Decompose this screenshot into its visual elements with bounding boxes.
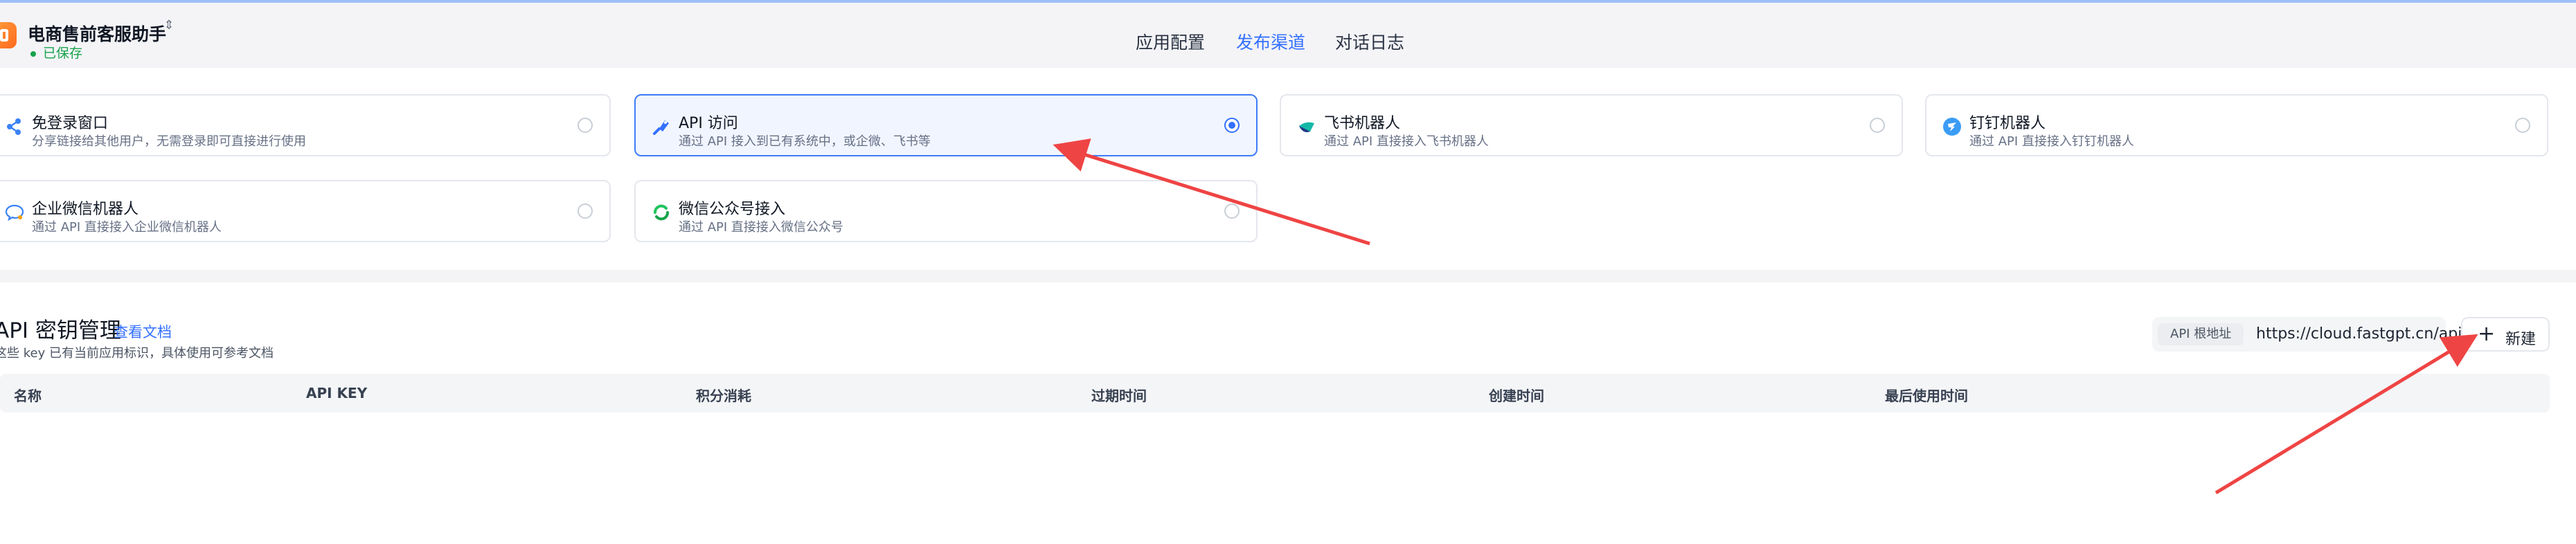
channel-desc: 通过 API 直接接入企业微信机器人 xyxy=(32,220,222,235)
api-icon xyxy=(653,120,669,135)
app-logo-icon xyxy=(0,22,17,48)
wechat-official-icon xyxy=(654,204,669,221)
channel-name: 企业微信机器人 xyxy=(32,201,139,218)
channel-card-wechat-official[interactable]: 微信公众号接入 通过 API 直接接入微信公众号 xyxy=(634,180,1258,242)
channel-card-dingtalk[interactable]: 钉钉机器人 通过 API 直接接入钉钉机器人 xyxy=(1925,94,2548,156)
api-key-table-header: 名称 API KEY 积分消耗 过期时间 创建时间 最后使用时间 xyxy=(0,374,2550,412)
column-name: 名称 xyxy=(14,388,42,404)
channel-desc: 通过 API 直接接入钉钉机器人 xyxy=(1969,134,2134,149)
channel-radio[interactable] xyxy=(2515,118,2530,133)
channel-name: 飞书机器人 xyxy=(1324,115,1401,132)
status-dot-icon xyxy=(30,51,36,57)
column-api-key: API KEY xyxy=(306,385,368,401)
column-expire-time: 过期时间 xyxy=(1091,388,1147,404)
app-title[interactable]: 电商售前客服助手 xyxy=(28,21,166,46)
section-divider xyxy=(0,270,2576,282)
api-key-section-desc: 这些 key 已有当前应用标识，具体使用可参考文档 xyxy=(0,346,274,361)
app-header: 电商售前客服助手 ⇕ 已保存 应用配置 发布渠道 对话日志 xyxy=(0,3,2576,68)
channel-radio-selected[interactable] xyxy=(1224,118,1240,133)
channel-desc: 通过 API 接入到已有系统中，或企微、飞书等 xyxy=(679,134,931,149)
annotation-arrow-new xyxy=(2215,334,2478,495)
channel-radio[interactable] xyxy=(1224,203,1240,219)
api-key-section-title: API 密钥管理 xyxy=(0,318,121,343)
dingtalk-icon xyxy=(1943,118,1961,136)
saved-status: 已保存 xyxy=(30,43,82,62)
feishu-icon xyxy=(1299,122,1314,132)
tab-publish-channel[interactable]: 发布渠道 xyxy=(1236,29,1305,54)
view-docs-link[interactable]: 查看文档 xyxy=(114,321,172,342)
chevron-updown-icon[interactable]: ⇕ xyxy=(163,19,175,32)
channel-name: API 访问 xyxy=(679,115,738,132)
channel-card-share-link[interactable]: 免登录窗口 分享链接给其他用户，无需登录即可直接进行使用 xyxy=(0,94,611,156)
api-base-url-value[interactable]: https://cloud.fastgpt.cn/api xyxy=(2256,325,2462,343)
column-create-time: 创建时间 xyxy=(1489,388,1544,404)
channel-radio[interactable] xyxy=(1870,118,1885,133)
share-icon xyxy=(7,118,21,135)
saved-status-text: 已保存 xyxy=(43,46,83,61)
channel-card-api[interactable]: API 访问 通过 API 接入到已有系统中，或企微、飞书等 xyxy=(634,94,1258,156)
channel-desc: 分享链接给其他用户，无需登录即可直接进行使用 xyxy=(32,134,306,149)
channel-radio[interactable] xyxy=(578,118,593,133)
column-points-used: 积分消耗 xyxy=(696,388,751,404)
wecom-icon xyxy=(5,204,24,221)
channel-radio[interactable] xyxy=(578,203,593,219)
tab-app-config[interactable]: 应用配置 xyxy=(1136,29,1205,54)
new-api-key-button[interactable]: + 新建 xyxy=(2461,317,2550,352)
api-base-url-box[interactable]: API 根地址 https://cloud.fastgpt.cn/api xyxy=(2152,317,2462,352)
plus-icon: + xyxy=(2478,322,2496,346)
column-last-used-time: 最后使用时间 xyxy=(1885,388,1968,404)
channel-name: 免登录窗口 xyxy=(32,115,109,132)
channel-name: 微信公众号接入 xyxy=(679,201,786,218)
tab-chat-logs[interactable]: 对话日志 xyxy=(1335,29,1404,54)
api-base-url-label: API 根地址 xyxy=(2158,323,2244,345)
channel-card-feishu[interactable]: 飞书机器人 通过 API 直接接入飞书机器人 xyxy=(1280,94,1903,156)
channel-desc: 通过 API 直接接入飞书机器人 xyxy=(1324,134,1489,149)
channel-desc: 通过 API 直接接入微信公众号 xyxy=(679,220,843,235)
channel-card-wecom[interactable]: 企业微信机器人 通过 API 直接接入企业微信机器人 xyxy=(0,180,611,242)
channel-name: 钉钉机器人 xyxy=(1969,115,2046,132)
new-api-key-button-label: 新建 xyxy=(2505,331,2537,348)
